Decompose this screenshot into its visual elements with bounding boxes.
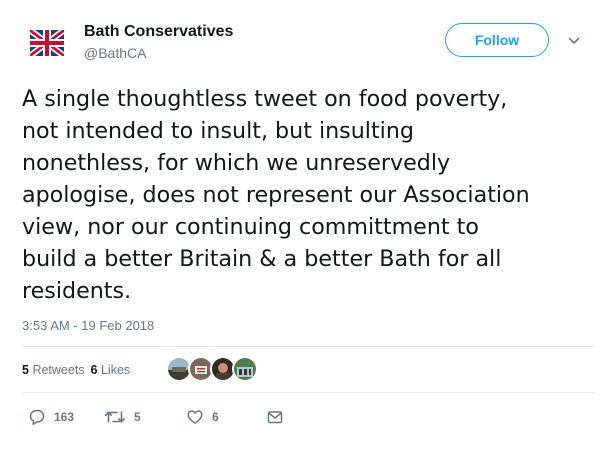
retweets-stat-label: Retweets [32, 363, 85, 377]
author-display-name[interactable]: Bath Conservatives [84, 22, 233, 42]
tweet-timestamp[interactable]: 3:53 AM - 19 Feb 2018 [22, 318, 154, 334]
reply-action[interactable]: 163 [28, 407, 74, 427]
author-info: Bath Conservatives @BathCA [84, 22, 233, 62]
divider [22, 392, 595, 393]
reply-count: 163 [54, 410, 75, 424]
union-jack-tree-icon [22, 18, 72, 68]
author-avatar[interactable] [22, 18, 72, 68]
heart-icon [187, 410, 203, 424]
retweets-stat[interactable]: 5 Retweets [22, 363, 85, 377]
tweet-card: Bath Conservatives @BathCA Follow A sing… [0, 0, 615, 455]
reply-icon [29, 409, 45, 425]
retweet-count: 5 [134, 410, 141, 424]
divider [22, 346, 595, 347]
direct-message-action[interactable] [266, 407, 284, 427]
author-handle[interactable]: @BathCA [84, 44, 233, 62]
likes-stat[interactable]: 6 Likes [91, 363, 131, 377]
envelope-icon [267, 411, 283, 424]
retweets-stat-count: 5 [22, 363, 29, 377]
retweet-icon [105, 411, 125, 423]
tweet-stats: 5 Retweets 6 Likes [22, 362, 130, 378]
retweet-action[interactable]: 5 [104, 407, 141, 427]
like-action[interactable]: 6 [186, 407, 219, 427]
more-options-chevron-down-icon[interactable] [567, 34, 581, 48]
like-count: 6 [212, 410, 219, 424]
likes-stat-label: Likes [100, 363, 131, 377]
follow-button[interactable]: Follow [445, 23, 549, 57]
tweet-text: A single thoughtless tweet on food pover… [22, 86, 530, 304]
likes-stat-count: 6 [90, 363, 98, 377]
liker-avatar[interactable] [232, 356, 258, 382]
